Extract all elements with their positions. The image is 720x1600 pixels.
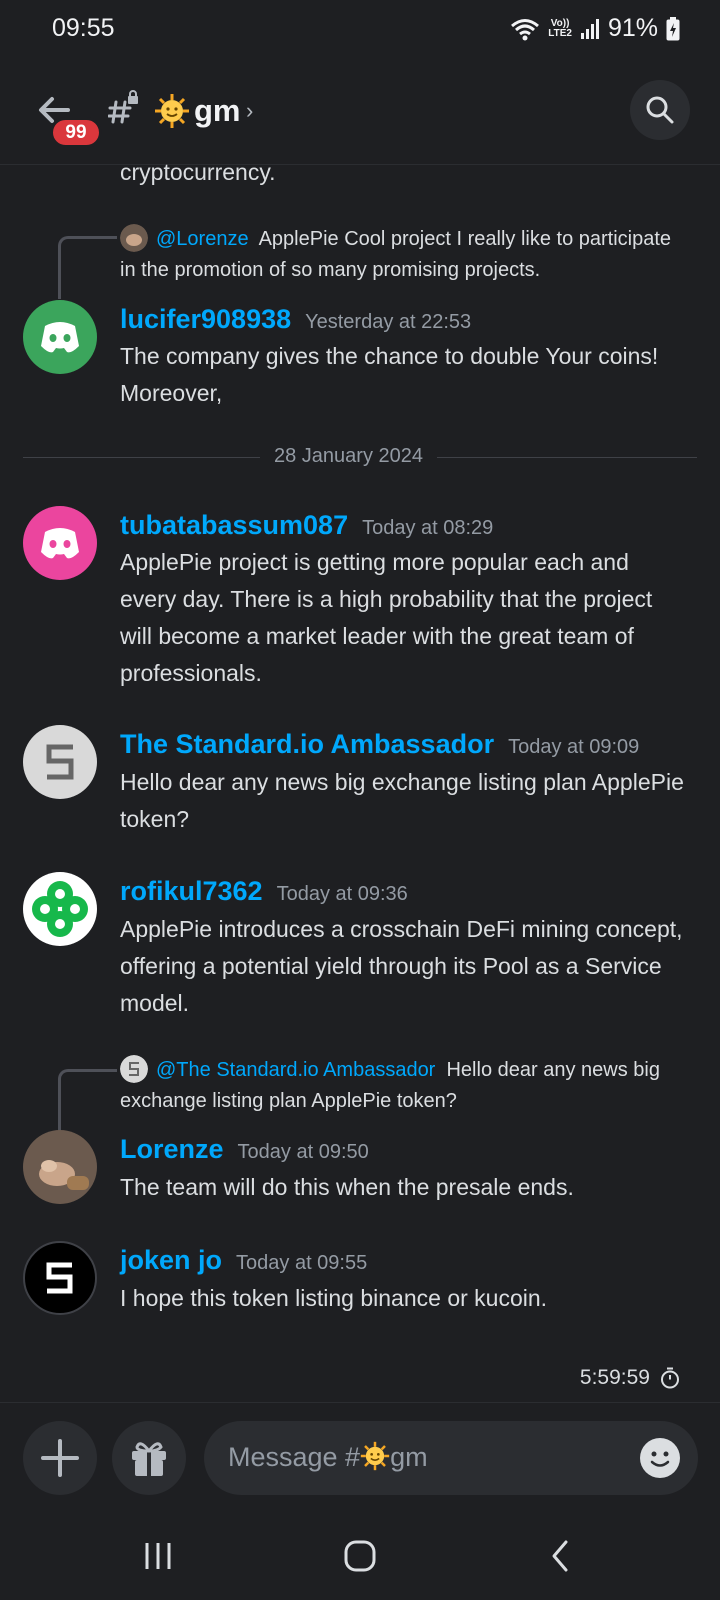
smiley-icon [650,1451,670,1467]
message-text: Hello dear any news big exchange listing… [120,769,684,832]
timestamp: Yesterday at 22:53 [305,311,472,333]
username[interactable]: tubatabassum087 [120,510,348,540]
avatar[interactable] [23,725,97,799]
reply-avatar [120,1055,148,1083]
signal-icon [580,18,599,39]
status-bar: 09:55 Vo)) LTE2 91% [0,0,720,60]
user-photo-icon [39,1160,89,1190]
search-icon [646,96,674,124]
reply-connector [58,236,117,299]
system-nav-bar [0,1512,720,1600]
clover-logo-icon [32,881,88,937]
unread-badge: 99 [50,117,102,148]
volte-label: Vo)) [550,17,570,29]
message-text: ApplePie project is getting more popular… [120,549,653,686]
standard-logo-icon [46,1262,73,1294]
message-header: rofikul7362 Today at 09:36 [120,876,408,907]
timestamp: Today at 09:50 [237,1141,369,1163]
discord-logo-icon [41,528,79,559]
slowmode-time: 5:59:59 [579,1366,650,1389]
avatar[interactable] [23,1130,97,1204]
home-icon[interactable] [342,1538,378,1574]
message-text: ApplePie introduces a crosschain DeFi mi… [120,916,683,1016]
network-type: Vo)) LTE2 [548,17,572,39]
message-header: joken jo Today at 09:55 [120,1245,367,1276]
wifi-icon [511,18,540,40]
discord-logo-icon [41,322,79,353]
avatar[interactable] [23,872,97,946]
search-button[interactable] [630,80,690,140]
channel-header: 99 gm › [0,60,720,165]
channel-name[interactable]: gm [194,93,241,129]
status-icons: Vo)) LTE2 91% [510,14,680,43]
placeholder-channel: gm [390,1442,428,1472]
message-fragment: cryptocurrency. [120,164,276,185]
timestamp: Today at 09:55 [236,1252,368,1274]
username[interactable]: The Standard.io Ambassador [120,729,494,759]
message-text: I hope this token listing binance or kuc… [120,1285,548,1311]
message-placeholder: Message # gm [228,1441,428,1473]
username[interactable]: joken jo [120,1245,222,1275]
reply-username[interactable]: @The Standard.io Ambassador [156,1059,435,1081]
reply-connector [58,1069,117,1132]
back-nav-icon[interactable] [548,1538,572,1574]
sun-face-icon [155,94,189,128]
message-header: lucifer908938 Yesterday at 22:53 [120,304,471,335]
avatar[interactable] [23,300,97,374]
message-header: tubatabassum087 Today at 08:29 [120,510,493,541]
timestamp: Today at 08:29 [362,517,494,539]
message-text: The team will do this when the presale e… [120,1174,574,1200]
username[interactable]: rofikul7362 [120,876,263,906]
recent-apps-icon[interactable] [142,1540,174,1572]
battery-charging-icon [666,16,680,40]
timestamp: Today at 09:09 [508,736,640,758]
message-header: The Standard.io Ambassador Today at 09:09 [120,729,639,760]
username[interactable]: Lorenze [120,1134,224,1164]
emoji-button[interactable] [640,1438,680,1478]
slowmode-timer: 5:59:59 [580,1366,680,1390]
date-divider-label: 28 January 2024 [260,445,438,468]
message-input[interactable]: Message # gm [204,1421,698,1495]
add-attachment-button[interactable] [23,1421,97,1495]
timestamp: Today at 09:36 [276,883,408,905]
username[interactable]: lucifer908938 [120,304,291,334]
battery-percent: 91% [607,14,658,42]
avatar[interactable] [23,506,97,580]
reply-avatar [120,224,148,252]
gift-icon [132,1442,166,1476]
status-time: 09:55 [52,14,115,42]
lte-label: LTE2 [548,27,572,39]
message-composer: Message # gm [0,1402,720,1513]
reply-preview[interactable]: @Lorenze ApplePie Cool project I really … [120,224,690,286]
message-header: Lorenze Today at 09:50 [120,1134,369,1165]
sun-face-icon [360,1441,390,1471]
chevron-right-icon[interactable]: › [246,98,253,124]
message-text: The company gives the chance to double Y… [120,343,659,406]
reply-username[interactable]: @Lorenze [156,228,249,250]
placeholder-prefix: Message # [228,1442,361,1472]
plus-icon [41,1439,79,1477]
reply-preview[interactable]: @The Standard.io Ambassador Hello dear a… [120,1055,690,1117]
gift-button[interactable] [112,1421,186,1495]
standard-logo-icon [46,744,74,780]
hashtag-lock-icon [108,90,138,124]
stopwatch-icon [661,1367,679,1389]
message-feed[interactable]: cryptocurrency. @Lorenze ApplePie Cool p… [0,164,720,1404]
avatar[interactable] [23,1241,97,1315]
